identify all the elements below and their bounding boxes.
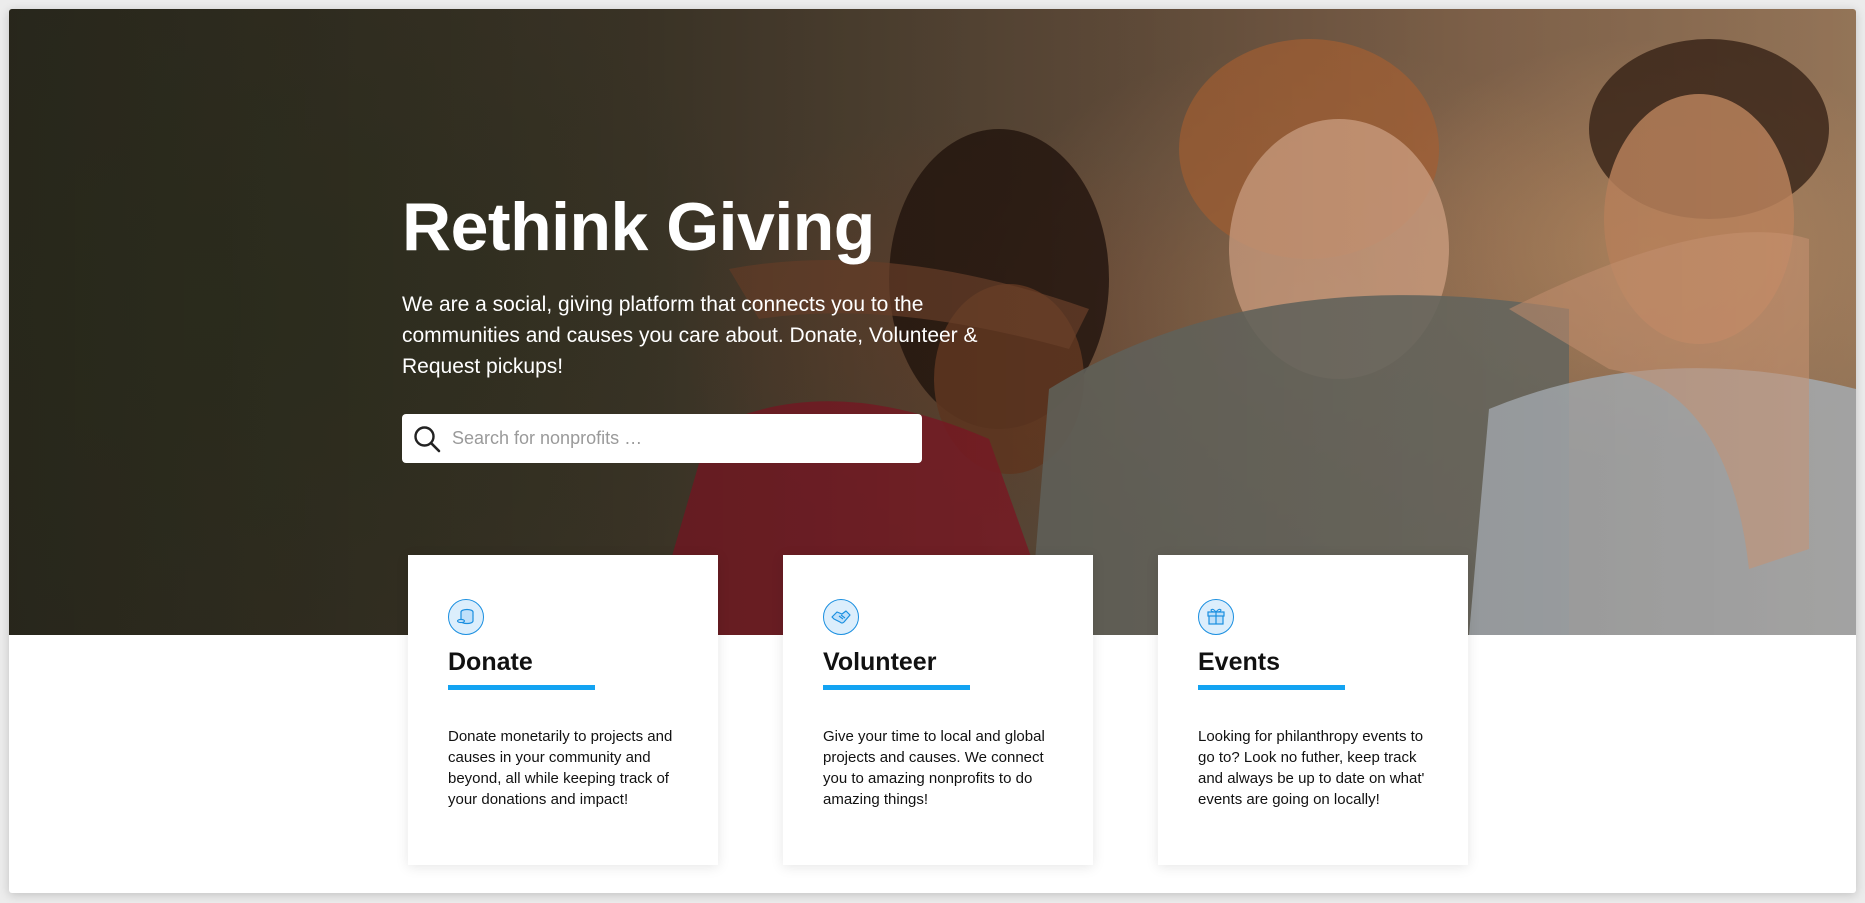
card-description: Give your time to local and global proje… xyxy=(823,728,1045,808)
coins-icon xyxy=(448,599,484,635)
card-title: Donate xyxy=(448,648,533,676)
hero-content: Rethink Giving We are a social, giving p… xyxy=(402,187,1002,382)
card-title: Volunteer xyxy=(823,648,937,676)
hero-subtitle: We are a social, giving platform that co… xyxy=(402,293,978,378)
search-icon xyxy=(412,424,442,454)
search-bar[interactable] xyxy=(402,414,922,463)
card-underline xyxy=(823,685,970,690)
card-title: Events xyxy=(1198,648,1280,676)
card-underline xyxy=(1198,685,1345,690)
hero-section: Rethink Giving We are a social, giving p… xyxy=(9,9,1856,635)
card-description: Donate monetarily to projects and causes… xyxy=(448,728,673,808)
gift-icon xyxy=(1198,599,1234,635)
card-donate[interactable]: Donate Donate monetarily to projects and… xyxy=(408,555,718,865)
hero-title: Rethink Giving xyxy=(402,189,875,265)
card-volunteer[interactable]: Volunteer Give your time to local and gl… xyxy=(783,555,1093,865)
card-events[interactable]: Events Looking for philanthropy events t… xyxy=(1158,555,1468,865)
card-description: Looking for philanthropy events to go to… xyxy=(1198,728,1425,808)
search-input[interactable] xyxy=(450,417,894,460)
handshake-icon xyxy=(823,599,859,635)
browser-frame: Rethink Giving We are a social, giving p… xyxy=(9,9,1856,893)
card-underline xyxy=(448,685,595,690)
